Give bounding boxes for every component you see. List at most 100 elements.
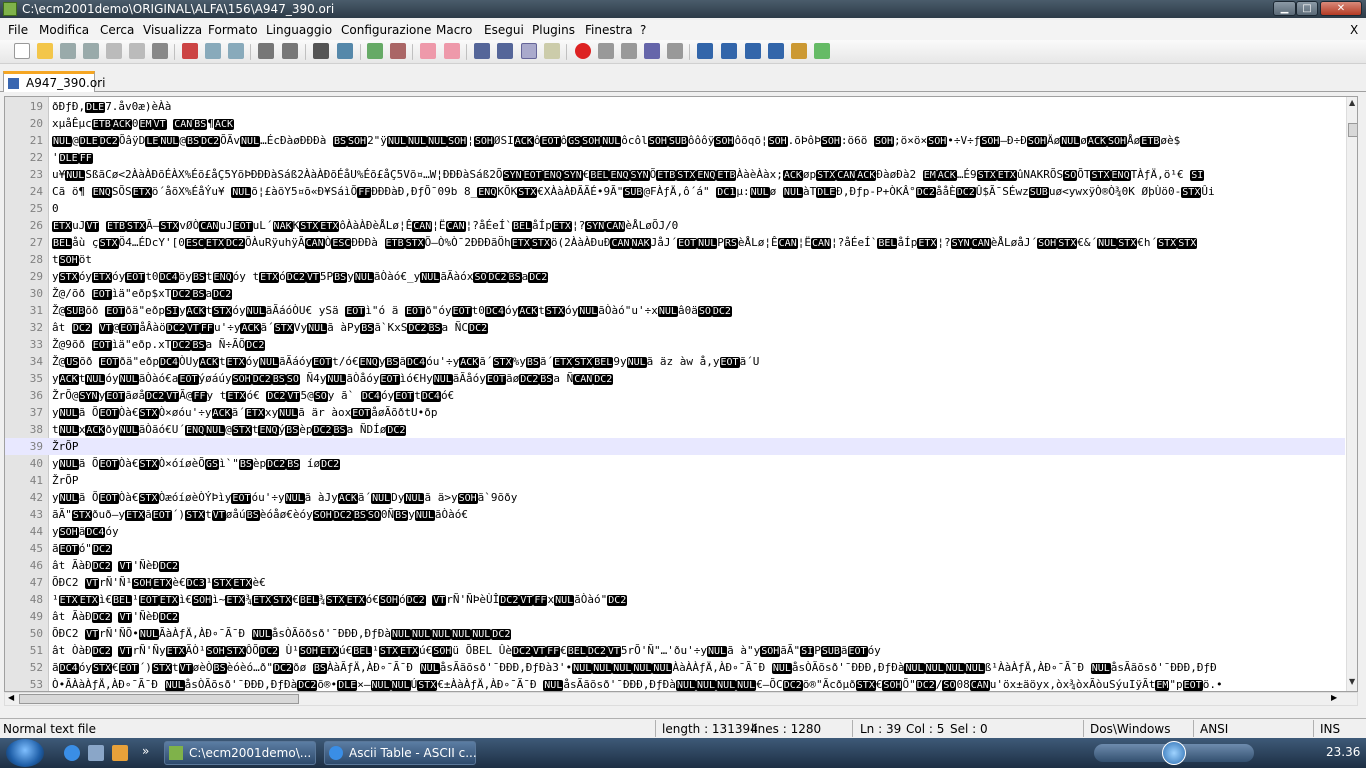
editor-line[interactable]: 28 tSOHöt — [5, 251, 1345, 268]
menu-configurazione[interactable]: Configurazione — [341, 23, 431, 37]
menu-finestra[interactable]: Finestra — [585, 23, 633, 37]
editor-line[interactable]: 26 ETXuJVT ETB STXÃ—STXvØÒCANuJEOTuL´NAKKS… — [5, 217, 1345, 234]
internet-explorer-icon[interactable] — [64, 745, 80, 761]
editor-line[interactable]: 43 ãÃ"STXðuð–yETXãEOT´)STXtVTøåúBSèóåø€èó… — [5, 506, 1345, 523]
redo-icon[interactable] — [282, 43, 298, 59]
close-document-button[interactable]: X — [1350, 23, 1358, 37]
scroll-down-icon[interactable]: ▼ — [1349, 677, 1355, 686]
menu-modifica[interactable]: Modifica — [39, 23, 89, 37]
record-macro-icon[interactable] — [575, 43, 591, 59]
editor-line[interactable]: 51 ât ÒàÐDC2 VTrÑ'ÑyETXÃÒ¹SOH STXÔÕDC2 Ù¹S… — [5, 642, 1345, 659]
editor-line[interactable]: 53 Ò•ÃÀàÀƒÄ,ÀÐ∘¯Ã¯Ð NULåsÒÃõsð'¯ÐÐÐ,ÐƒÐàD… — [5, 676, 1345, 691]
text-editor[interactable]: 19 ðÐƒÐ,DLE7.åv0æ)èÀà 20 xµåÊµcETB ACK0EM VT … — [4, 96, 1358, 692]
undo-icon[interactable] — [258, 43, 274, 59]
media-player-controls[interactable] — [1094, 741, 1254, 765]
spellcheck-icon[interactable] — [814, 43, 830, 59]
open-icon[interactable] — [37, 43, 53, 59]
menu-plugins[interactable]: Plugins — [532, 23, 575, 37]
zoom-out-icon[interactable] — [390, 43, 406, 59]
minimize-button[interactable]: ▁ — [1273, 1, 1296, 16]
indent-guide-icon[interactable] — [521, 43, 537, 59]
menu-visualizza[interactable]: Visualizza — [143, 23, 202, 37]
editor-line[interactable]: 19 ðÐƒÐ,DLE7.åv0æ)èÀà — [5, 98, 1345, 115]
run-macro-multiple-icon[interactable] — [644, 43, 660, 59]
editor-line[interactable]: 24 Cã ö¶ ENQSÕSETXö´åõX%ÉåÝu¥ NULõ¦£àõY5¤… — [5, 183, 1345, 200]
sync-v-icon[interactable] — [420, 43, 436, 59]
save-icon[interactable] — [60, 43, 76, 59]
stop-record-icon[interactable] — [598, 43, 614, 59]
editor-line[interactable]: 20 xµåÊµcETB ACK0EM VT CAN BS¶ACK — [5, 115, 1345, 132]
quicklaunch-more-icon[interactable]: » — [142, 744, 149, 758]
media-icon[interactable] — [112, 745, 128, 761]
paste-icon[interactable] — [228, 43, 244, 59]
clock[interactable]: 23.36 — [1326, 745, 1360, 759]
word-wrap-icon[interactable] — [474, 43, 490, 59]
editor-line[interactable]: 22 'DLE FF — [5, 149, 1345, 166]
editor-line[interactable]: 45 ãEOTó"DC2 — [5, 540, 1345, 557]
scroll-up-icon[interactable]: ▲ — [1349, 98, 1355, 107]
find-icon[interactable] — [313, 43, 329, 59]
editor-line[interactable]: 41 ŽrÕP — [5, 472, 1345, 489]
new-icon[interactable] — [14, 43, 30, 59]
menu-cerca[interactable]: Cerca — [100, 23, 134, 37]
menu-formato[interactable]: Formato — [208, 23, 258, 37]
copy-icon[interactable] — [205, 43, 221, 59]
editor-line[interactable]: 47 ÕÐC2 VTrÑ'Ñ¹SOH ETXè€DC3¹STX ETXè€ — [5, 574, 1345, 591]
menu-linguaggio[interactable]: Linguaggio — [266, 23, 332, 37]
first-icon[interactable] — [697, 43, 713, 59]
editor-line[interactable]: 23 u¥NULSßãCø<2ÀàÀÐõÉÀX%Éõ£åÇ5YõÞÐÐÐàSáß2… — [5, 166, 1345, 183]
editor-line[interactable]: 27 BELåù çSTXÖ4…ÉDcY'[0ESC ETX DC2ÕÀuRÿuhÿÃ… — [5, 234, 1345, 251]
save-macro-icon[interactable] — [667, 43, 683, 59]
editor-line[interactable]: 33 Ž@9õð EOTìä"eðp.xTDC2 BSa Ñ÷ÃÕDC2 — [5, 336, 1345, 353]
editor-line[interactable]: 42 yNULã ÕEOTÒà€STXÒæóíøèÒÝÞìyEOTóu'÷yNUL… — [5, 489, 1345, 506]
editor-line[interactable]: 32 ât DC2 VT@EOTåÂàöDC2 VT FFu'÷yACKã´STXVy… — [5, 319, 1345, 336]
hscroll-thumb[interactable] — [19, 694, 299, 704]
desktop-icon[interactable] — [88, 745, 104, 761]
close-button[interactable]: ✕ — [1320, 1, 1362, 16]
editor-line[interactable]: 25 0 — [5, 200, 1345, 217]
menu-file[interactable]: File — [8, 23, 28, 37]
editor-line[interactable]: 39 ŽrÕP — [5, 438, 1345, 455]
editor-line[interactable]: 21 NUL@DLE DC2ÕâÿDLE NUL@BS DC2ÕÃvNUL…ÉcÐàøÐ… — [5, 132, 1345, 149]
doc-map-icon[interactable] — [544, 43, 560, 59]
taskbar-item-ascii-table[interactable]: Ascii Table - ASCII c... — [324, 741, 477, 765]
save-all-icon[interactable] — [83, 43, 99, 59]
print-icon[interactable] — [152, 43, 168, 59]
launch-icon[interactable] — [791, 43, 807, 59]
editor-line[interactable]: 50 ÕÐC2 VTrÑ'ÑÕ•NULÃàÀƒÄ,ÀÐ∘¯Ã¯Ð NULåsÒÃõ… — [5, 625, 1345, 642]
editor-line[interactable]: 49 ât ÃàÐDC2 VT'ÑèÐDC2 — [5, 608, 1345, 625]
last-icon[interactable] — [768, 43, 784, 59]
editor-line[interactable]: 48 ¹ETX ETXì€BEL¹EOT ETXì€SOHì~ETX¾ETX STX€B… — [5, 591, 1345, 608]
editor-line[interactable]: 35 yACKtNULóyNULãÒàó€aEOTýøáúySOH DC2 BS SO … — [5, 370, 1345, 387]
start-button[interactable] — [6, 739, 44, 767]
editor-line[interactable]: 46 ât ÃàÐDC2 VT'ÑèÐDC2 — [5, 557, 1345, 574]
editor-line[interactable]: 38 tNULxACKðyNULãÒãó€U´ENQ NUL@STXtENQýBSè… — [5, 421, 1345, 438]
tab-a947-390[interactable]: A947_390.ori — [3, 71, 105, 92]
close-all-icon[interactable] — [129, 43, 145, 59]
editor-line[interactable]: 34 Ž@USõð EOTðä"eðpDC4ÒUyACKtETXóyNULãÃáó… — [5, 353, 1345, 370]
menu-esegui[interactable]: Esegui — [484, 23, 524, 37]
cut-icon[interactable] — [182, 43, 198, 59]
zoom-in-icon[interactable] — [367, 43, 383, 59]
replace-icon[interactable] — [337, 43, 353, 59]
up-icon[interactable] — [721, 43, 737, 59]
scroll-thumb[interactable] — [1348, 123, 1357, 137]
play-macro-icon[interactable] — [621, 43, 637, 59]
editor-line[interactable]: 40 yNULã ÕEOTÒà€STXÒ×óíøèÕGSì`"BSèpDC2 BS … — [5, 455, 1345, 472]
close-icon[interactable] — [106, 43, 122, 59]
editor-line[interactable]: 44 ySOHãDC4óy — [5, 523, 1345, 540]
menu-help[interactable]: ? — [640, 23, 646, 37]
down-icon[interactable] — [745, 43, 761, 59]
sync-h-icon[interactable] — [444, 43, 460, 59]
editor-line[interactable]: 29 ySTXóyETXóyEOTt0DC4öyBStENQóy tETXóDC2… — [5, 268, 1345, 285]
editor-line[interactable]: 37 yNULã ÕEOTÒà€STXÒ×øóu'÷yACKã´ETXxyNULã… — [5, 404, 1345, 421]
scroll-left-icon[interactable]: ◀ — [8, 693, 14, 702]
taskbar-item-notepadpp[interactable]: C:\ecm2001demo\... — [164, 741, 316, 765]
show-all-chars-icon[interactable] — [497, 43, 513, 59]
editor-line[interactable]: 36 ŽrÕ@SYNyEOTãøåDC2 VTÃ@FFy tETXó€ DC2 VT5… — [5, 387, 1345, 404]
horizontal-scrollbar[interactable]: ◀ ▶ — [4, 692, 1358, 706]
editor-line[interactable]: 31 Ž@SUBõð EOTðä"eðpSIyACKtSTXóyNULãÃáóÒU… — [5, 302, 1345, 319]
scroll-right-icon[interactable]: ▶ — [1331, 693, 1337, 702]
menu-macro[interactable]: Macro — [436, 23, 472, 37]
play-icon[interactable] — [1162, 741, 1186, 765]
